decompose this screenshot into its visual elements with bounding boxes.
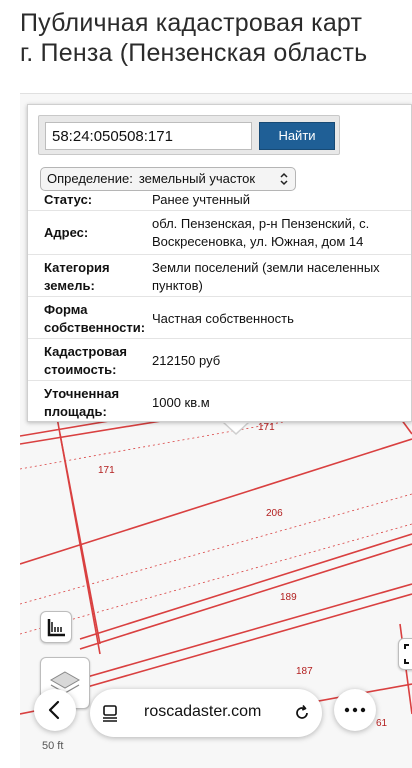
cost-label: Кадастровая стоимость: — [44, 343, 127, 379]
info-row-area: Уточненная площадь: 1000 кв.м — [28, 381, 411, 421]
cost-label-line-2: стоимость: — [44, 362, 117, 377]
status-value: Ранее учтенный — [152, 192, 250, 207]
find-button[interactable]: Найти — [259, 122, 335, 150]
cadastral-number-input[interactable] — [45, 122, 252, 150]
ruler-icon — [47, 619, 65, 637]
fullscreen-icon — [404, 644, 409, 664]
info-row-status: Статус: Ранее учтенный — [28, 191, 411, 211]
area-label-line-1: Уточненная — [44, 386, 120, 401]
more-options-button[interactable] — [334, 689, 376, 731]
address-value-line-2: Воскресеновка, ул. Южная, дом 14 — [152, 234, 364, 249]
category-value-line-1: Земли поселений (земли населенных — [152, 260, 380, 275]
ownership-label-line-1: Форма — [44, 302, 88, 317]
back-button[interactable] — [34, 689, 76, 731]
address-value: обл. Пензенская, р-н Пензенский, с. Воск… — [152, 215, 402, 251]
page-title: Публичная кадастровая карт г. Пенза (Пен… — [20, 8, 412, 68]
info-row-category: Категория земель: Земли поселений (земли… — [28, 255, 411, 297]
page-title-line-2: г. Пенза (Пензенская область — [20, 39, 368, 67]
reload-icon[interactable] — [292, 703, 312, 723]
category-label-line-1: Категория — [44, 260, 110, 275]
parcel-info-popup: Найти Определение: земельный участок Стат… — [27, 104, 412, 422]
map-scale: 50 ft — [42, 740, 64, 752]
category-value: Земли поселений (земли населенных пункто… — [152, 259, 402, 295]
status-label: Статус: — [44, 192, 93, 207]
area-label-line-2: площадь: — [44, 404, 107, 419]
address-label: Адрес: — [44, 225, 89, 240]
category-label-line-2: земель: — [44, 278, 95, 293]
cadastral-search-bar: Найти — [38, 115, 340, 155]
definition-label: Определение: — [47, 171, 133, 186]
parcel-label: 187 — [296, 666, 313, 677]
info-row-address: Адрес: обл. Пензенская, р-н Пензенский, … — [28, 211, 411, 255]
ownership-label: Форма собственности: — [44, 301, 145, 337]
ownership-label-line-2: собственности: — [44, 320, 146, 335]
cost-value: 212150 руб — [152, 353, 221, 368]
area-value: 1000 кв.м — [152, 395, 210, 410]
info-row-ownership: Форма собственности: Частная собственнос… — [28, 297, 411, 339]
parcel-info-table: Статус: Ранее учтенный Адрес: обл. Пензе… — [28, 191, 411, 421]
area-label: Уточненная площадь: — [44, 385, 119, 421]
category-value-line-2: пунктов) — [152, 278, 203, 293]
chevron-left-icon — [48, 700, 60, 720]
ruler-tool-button[interactable] — [40, 611, 72, 643]
url-text: roscadaster.com — [144, 703, 262, 720]
parcel-label: 189 — [280, 592, 297, 603]
parcel-label: 171 — [98, 465, 115, 476]
parcel-label: 206 — [266, 508, 283, 519]
category-label: Категория земель: — [44, 259, 110, 295]
address-value-line-1: обл. Пензенская, р-н Пензенский, с. — [152, 216, 370, 231]
popup-pointer — [224, 422, 248, 433]
parcel-label: 61 — [376, 718, 388, 729]
chevron-up-down-icon — [280, 172, 288, 186]
ownership-value: Частная собственность — [152, 311, 294, 326]
cost-label-line-1: Кадастровая — [44, 344, 127, 359]
fullscreen-button[interactable] — [398, 638, 412, 670]
page-menu-icon — [103, 705, 117, 722]
definition-value: земельный участок — [138, 171, 256, 186]
parcel-label: 171 — [258, 422, 275, 433]
info-row-cost: Кадастровая стоимость: 212150 руб — [28, 339, 411, 381]
more-dots-icon — [344, 707, 366, 713]
definition-select[interactable]: Определение: земельный участок — [40, 167, 296, 191]
page-title-line-1: Публичная кадастровая карт — [20, 9, 363, 37]
